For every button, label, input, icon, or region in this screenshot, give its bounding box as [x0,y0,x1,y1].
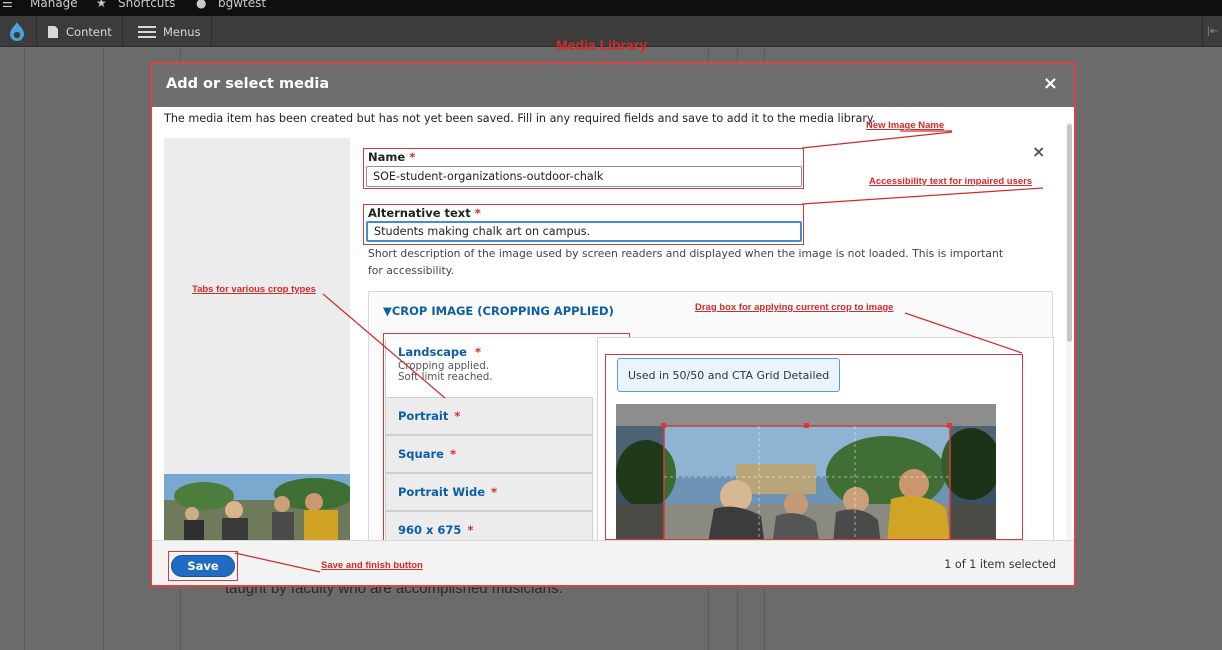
toolbar-menus[interactable]: Menus [128,16,212,47]
name-label: Name * [368,150,416,164]
topbar-manage[interactable]: Manage [30,0,78,10]
annotation-drag-box: Drag box for applying current crop to im… [695,302,894,313]
manage-icon: ☰ [2,0,13,10]
hamburger-icon [138,25,156,38]
crop-summary-toggle[interactable]: ▼CROP IMAGE (CROPPING APPLIED) [383,304,614,318]
bg-divider [24,48,25,650]
media-thumbnail [164,474,350,540]
selection-count: 1 of 1 item selected [944,558,1056,571]
dialog-note: The media item has been created but has … [164,112,876,125]
media-library-annotation: Media Library [556,37,648,53]
admin-topbar: ☰ Manage ★ Shortcuts ● bgwtest [0,0,1222,16]
topbar-shortcuts[interactable]: Shortcuts [118,0,175,10]
annotation-save-finish: Save and finish button [321,560,423,571]
toolbar-orientation-toggle[interactable]: |⇤ [1202,16,1222,47]
bg-divider [103,48,104,650]
toolbar-content-label: Content [66,24,112,39]
remove-item-icon[interactable]: × [1032,142,1045,161]
star-icon: ★ [96,0,107,10]
name-field[interactable]: SOE-student-organizations-outdoor-chalk [366,166,802,187]
user-icon: ● [196,0,207,10]
topbar-user[interactable]: bgwtest [218,0,266,10]
add-media-dialog: Add or select media × The media item has… [150,62,1076,587]
alt-text-field[interactable]: Students making chalk art on campus. [366,221,802,242]
crop-drag-highlight-box [605,354,1023,540]
alt-text-label: Alternative text * [368,206,481,220]
dialog-scrollbar-thumb[interactable] [1067,124,1072,342]
dialog-header: Add or select media × [152,64,1074,107]
dialog-title: Add or select media [166,76,330,92]
tabs-highlight-box [383,333,630,549]
toolbar-menus-label: Menus [163,24,201,39]
dialog-footer: Save 1 of 1 item selected [152,540,1074,585]
annotation-new-image-name: New Image Name [866,120,945,131]
toolbar-content[interactable]: Content [36,16,123,47]
alt-text-description: Short description of the image used by s… [368,247,1004,277]
media-preview-pane [164,138,350,540]
file-icon [48,25,58,38]
save-button[interactable]: Save [171,555,235,577]
close-icon[interactable]: × [1043,73,1058,94]
annotation-accessibility-text: Accessibility text for impaired users [869,176,1033,187]
annotation-crop-tabs: Tabs for various crop types [192,284,316,295]
drupal-logo-icon[interactable] [6,21,28,43]
